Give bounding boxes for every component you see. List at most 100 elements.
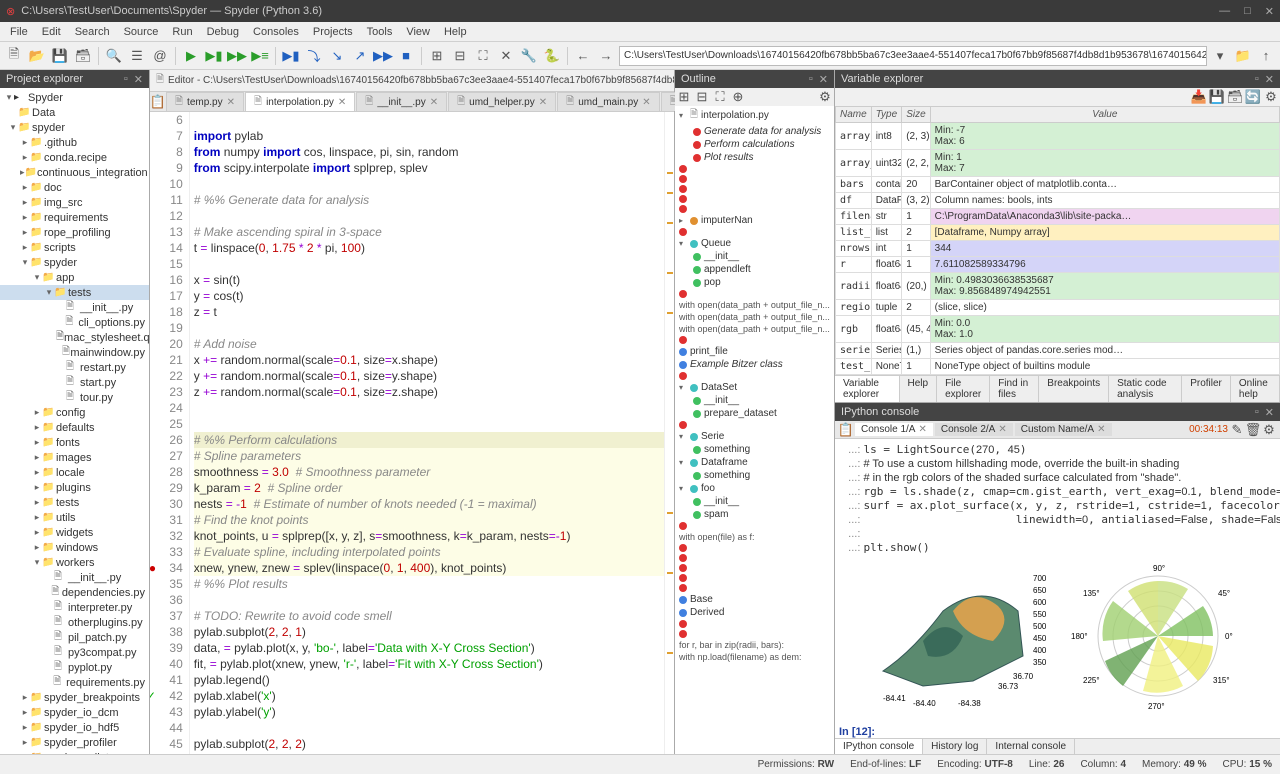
outline-item[interactable]	[675, 289, 834, 299]
menu-view[interactable]: View	[400, 26, 436, 38]
tree-item[interactable]: ▸📁conda.recipe	[0, 150, 149, 165]
outline-item[interactable]: __init__	[675, 250, 834, 263]
working-dir-input[interactable]: C:\Users\TestUser\Downloads\16740156420f…	[619, 46, 1207, 66]
outline-item[interactable]	[675, 563, 834, 573]
tree-item[interactable]: 🗎otherplugins.py	[0, 615, 149, 630]
tree-item[interactable]: ▸📁img_src	[0, 195, 149, 210]
tree-item[interactable]: ▸📁requirements	[0, 210, 149, 225]
variable-row[interactable]: test_noneNoneType1NoneType object of bui…	[836, 359, 1280, 375]
tree-item[interactable]: ▸📁plugins	[0, 480, 149, 495]
variable-row[interactable]: filenamestr1C:\ProgramData\Anaconda3\lib…	[836, 209, 1280, 225]
tree-item[interactable]: ▸📁windows	[0, 540, 149, 555]
console-tab[interactable]: Custom Name/A✕	[1015, 423, 1112, 436]
save-button[interactable]: 💾	[50, 46, 70, 66]
tree-item[interactable]: ▸📁spyder_pylint	[0, 750, 149, 754]
console-clear-button[interactable]: 🗑	[1246, 423, 1260, 437]
editor-tab[interactable]: 🗎interpolation.py✕	[245, 92, 355, 111]
tree-item[interactable]: ▾📁spyder	[0, 120, 149, 135]
tree-item[interactable]: ▸📁rope_profiling	[0, 225, 149, 240]
console-bottom-tab[interactable]: IPython console	[835, 739, 923, 754]
variable-row[interactable]: dfDataFrame(3, 2)Column names: bools, in…	[836, 193, 1280, 209]
outline-item[interactable]	[675, 335, 834, 345]
new-file-button[interactable]: 🗎	[4, 46, 24, 66]
varexp-refresh-button[interactable]: 🔄	[1246, 90, 1260, 104]
debug-continue-button[interactable]: ▶▶	[373, 46, 393, 66]
console-output[interactable]: ...: ls = LightSource(270, 45) ...: # To…	[835, 439, 1280, 738]
outline-item[interactable]: ▾Serie	[675, 430, 834, 443]
varexp-saveas-button[interactable]: 🗃	[1228, 90, 1242, 104]
menu-file[interactable]: File	[4, 26, 34, 38]
variable-row[interactable]: rgbfloat64(45, 45, 4)Min: 0.0 Max: 1.0	[836, 316, 1280, 343]
run-cell-button[interactable]: ▶▮	[204, 46, 224, 66]
variable-row[interactable]: seriesSeries(1,)Series object of pandas.…	[836, 343, 1280, 359]
editor-tab[interactable]: 🗎__init__.py✕	[356, 92, 447, 111]
varexp-options-button[interactable]: ⚙	[1264, 90, 1278, 104]
console-bottom-tab[interactable]: Internal console	[987, 739, 1075, 754]
outline-item[interactable]	[675, 521, 834, 531]
debug-step-out-button[interactable]: ↗	[350, 46, 370, 66]
pythonpath-button[interactable]: 🐍	[542, 46, 562, 66]
minimize-button[interactable]: —	[1219, 5, 1230, 18]
outline-tool-1[interactable]: ⊞	[677, 90, 691, 104]
menu-projects[interactable]: Projects	[307, 26, 359, 38]
outline-item[interactable]: pop	[675, 276, 834, 289]
menu-tools[interactable]: Tools	[361, 26, 399, 38]
pane-tab[interactable]: Find in files	[990, 376, 1039, 402]
outline-item[interactable]: with open(data_path + output_file_n...	[675, 299, 834, 311]
tree-item[interactable]: ▸📁tests	[0, 495, 149, 510]
panel-close-icon[interactable]: ✕	[819, 73, 828, 86]
outline-tool-3[interactable]: ⛶	[713, 90, 727, 104]
outline-item[interactable]: Derived	[675, 606, 834, 619]
tree-item[interactable]: ▸📁images	[0, 450, 149, 465]
tree-item[interactable]: 🗎pil_patch.py	[0, 630, 149, 645]
pane-tab[interactable]: Variable explorer	[835, 376, 900, 402]
tree-item[interactable]: ▾📁workers	[0, 555, 149, 570]
variable-row[interactable]: barscontainer.BarContainer20BarContainer…	[836, 177, 1280, 193]
panel-float-icon[interactable]: ▫	[1255, 406, 1259, 419]
forward-button[interactable]: →	[596, 46, 616, 66]
outline-item[interactable]: ▾🗎interpolation.py	[675, 106, 834, 125]
outline-item[interactable]	[675, 583, 834, 593]
back-button[interactable]: ←	[573, 46, 593, 66]
outline-tree[interactable]: ▾🗎interpolation.pyGenerate data for anal…	[675, 106, 834, 754]
open-file-button[interactable]: 📂	[27, 46, 47, 66]
tree-item[interactable]: 📁Data	[0, 105, 149, 120]
editor-tab[interactable]: 🗎umd_helper.py✕	[448, 92, 556, 111]
editor-tab[interactable]: 🗎umd_main.py✕	[557, 92, 659, 111]
outline-item[interactable]: with open(data_path + output_file_n...	[675, 311, 834, 323]
outline-item[interactable]: with open(file) as f:	[675, 531, 834, 543]
outline-item[interactable]: ▾Queue	[675, 237, 834, 250]
outline-item[interactable]: Example Bitzer class	[675, 358, 834, 371]
outline-item[interactable]: for r, bar in zip(radii, bars):	[675, 639, 834, 651]
outline-item[interactable]	[675, 573, 834, 583]
tree-item[interactable]: 🗎requirements.py	[0, 675, 149, 690]
list-button[interactable]: ☰	[127, 46, 147, 66]
browse-dir-button[interactable]: 📁	[1233, 46, 1253, 66]
menu-help[interactable]: Help	[438, 26, 473, 38]
outline-item[interactable]	[675, 204, 834, 214]
outline-tool-2[interactable]: ⊟	[695, 90, 709, 104]
close-button[interactable]: ✕	[1265, 5, 1274, 18]
tree-item[interactable]: 🗎tour.py	[0, 390, 149, 405]
preferences-button[interactable]: 🔧	[519, 46, 539, 66]
outline-item[interactable]: ▾foo	[675, 482, 834, 495]
panel-float-icon[interactable]: ▫	[1255, 73, 1259, 86]
tree-item[interactable]: 🗎cli_options.py	[0, 315, 149, 330]
console-tab-list[interactable]: 📋	[839, 423, 853, 437]
code-minimap[interactable]	[664, 112, 674, 754]
tree-item[interactable]: ▸📁spyder_profiler	[0, 735, 149, 750]
pane-tab[interactable]: Profiler	[1182, 376, 1231, 402]
outline-item[interactable]: something	[675, 443, 834, 456]
editor-tab[interactable]: 🗎temp.py✕	[166, 92, 244, 111]
console-options-button[interactable]: ⚙	[1262, 423, 1276, 437]
tree-item[interactable]: 🗎interpreter.py	[0, 600, 149, 615]
outline-item[interactable]	[675, 184, 834, 194]
tree-item[interactable]: 🗎py3compat.py	[0, 645, 149, 660]
tree-item[interactable]: ▾📁tests	[0, 285, 149, 300]
outline-item[interactable]	[675, 543, 834, 553]
console-interrupt-button[interactable]: ✎	[1230, 423, 1244, 437]
cell-prev-button[interactable]: ⊞	[427, 46, 447, 66]
menu-consoles[interactable]: Consoles	[247, 26, 305, 38]
tree-item[interactable]: ▸📁spyder_io_dcm	[0, 705, 149, 720]
find-button[interactable]: 🔍	[104, 46, 124, 66]
